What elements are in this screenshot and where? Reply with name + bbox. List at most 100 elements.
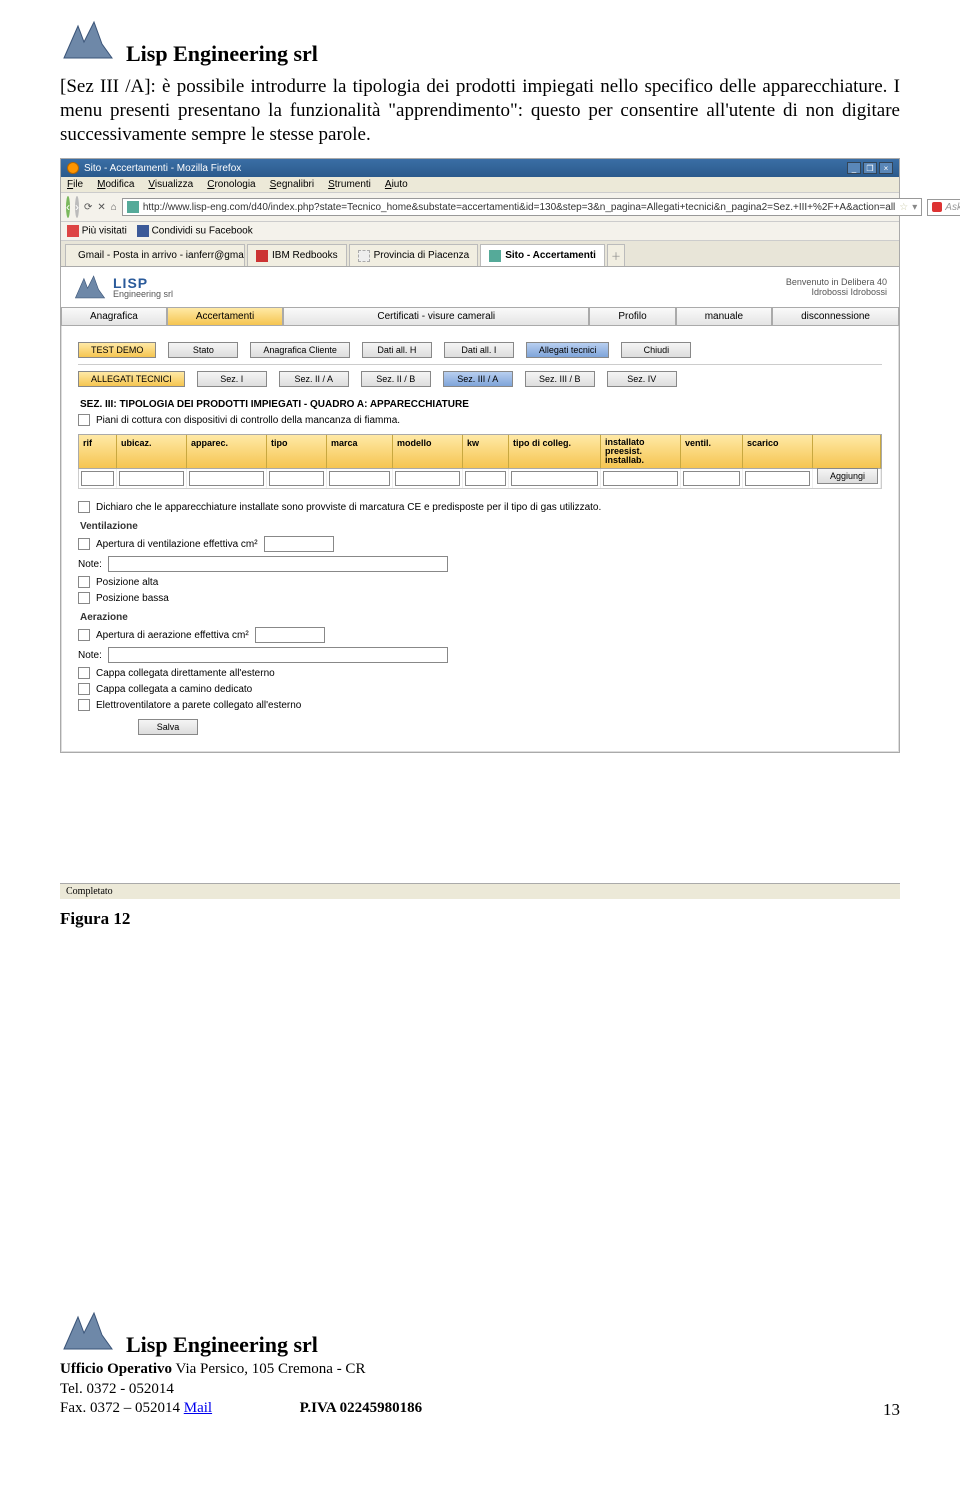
col-modello: modello [393,435,463,468]
ventilazione-title: Ventilazione [78,515,882,534]
lisp-logo-icon [73,273,107,301]
btn-stato[interactable]: Stato [168,342,238,358]
btn-allegati-tecnici-2[interactable]: ALLEGATI TECNICI [78,371,185,387]
window-titlebar: Sito - Accertamenti - Mozilla Firefox _ … [61,159,899,177]
btn-sez4[interactable]: Sez. IV [607,371,677,387]
input-modello[interactable] [395,471,460,486]
app-brand-line1: LISP [113,276,173,290]
checkbox-cappa-camino[interactable] [78,683,90,695]
apptab-accertamenti[interactable]: Accertamenti [167,307,283,326]
input-ventil[interactable] [683,471,740,486]
label-cappa-camino: Cappa collegata a camino dedicato [96,684,252,695]
new-tab-button[interactable]: ＋ [607,244,625,266]
btn-sez1[interactable]: Sez. I [197,371,267,387]
btn-dati-h[interactable]: Dati all. H [362,342,432,358]
company-logo-icon [60,18,116,67]
btn-dati-i[interactable]: Dati all. I [444,342,514,358]
btn-salva[interactable]: Salva [138,719,198,735]
webapp-content: LISP Engineering srl Benvenuto in Delibe… [61,267,899,752]
apptab-profilo[interactable]: Profilo [589,307,675,326]
menu-bookmarks[interactable]: Segnalibri [270,179,314,190]
menu-tools[interactable]: Strumenti [328,179,371,190]
menu-view[interactable]: Visualizza [148,179,193,190]
input-ubicaz[interactable] [119,471,184,486]
tab-redbooks[interactable]: IBM Redbooks [247,244,347,266]
col-ventil: ventil. [681,435,743,468]
tab-gmail[interactable]: Gmail - Posta in arrivo - ianferr@gmail.… [65,244,245,266]
tab-sito-accertamenti[interactable]: Sito - Accertamenti [480,244,605,266]
input-vent-cm2[interactable] [264,536,334,552]
input-rif[interactable] [81,471,114,486]
apptab-manuale[interactable]: manuale [676,307,772,326]
minimize-button[interactable]: _ [847,162,861,174]
menu-history[interactable]: Cronologia [207,179,255,190]
input-installato[interactable] [603,471,678,486]
tab-bar: Gmail - Posta in arrivo - ianferr@gmail.… [61,241,899,267]
label-piani-cottura: Piani di cottura con dispositivi di cont… [96,415,400,426]
btn-sez3a[interactable]: Sez. III / A [443,371,513,387]
dropdown-icon[interactable]: ▾ [912,202,917,213]
btn-test-demo[interactable]: TEST DEMO [78,342,156,358]
checkbox-dichiaro[interactable] [78,501,90,513]
stop-icon[interactable]: ✕ [97,199,105,215]
tab-provincia[interactable]: Provincia di Piacenza [349,244,479,266]
checkbox-aer-apertura[interactable] [78,629,90,641]
search-box[interactable]: Ask.com [927,199,960,216]
home-icon[interactable]: ⌂ [111,199,117,215]
input-scarico[interactable] [745,471,810,486]
footer-mail-link[interactable]: Mail [184,1400,212,1416]
menu-edit[interactable]: Modifica [97,179,134,190]
col-marca: marca [327,435,393,468]
input-aer-note[interactable] [108,647,448,663]
search-provider-icon [932,202,942,212]
input-colleg[interactable] [511,471,598,486]
input-aer-cm2[interactable] [255,627,325,643]
app-brand-line2: Engineering srl [113,290,173,299]
most-visited-button[interactable]: Più visitati [67,225,127,237]
input-apparec[interactable] [189,471,264,486]
col-ubicaz: ubicaz. [117,435,187,468]
label-cappa-esterno: Cappa collegata direttamente all'esterno [96,668,275,679]
btn-allegati-tecnici[interactable]: Allegati tecnici [526,342,610,358]
footer-fax: Fax. 0372 – 052014 [60,1400,184,1416]
reload-icon[interactable]: ⟳ [84,199,92,215]
url-bar[interactable]: http://www.lisp-eng.com/d40/index.php?st… [122,198,922,216]
input-vent-note[interactable] [108,556,448,572]
close-button[interactable]: × [879,162,893,174]
btn-sez2a[interactable]: Sez. II / A [279,371,349,387]
firefox-icon [67,162,79,174]
tab-label: Gmail - Posta in arrivo - ianferr@gmail.… [78,250,245,261]
checkbox-pos-bassa[interactable] [78,592,90,604]
btn-sez2b[interactable]: Sez. II / B [361,371,431,387]
tab-label: Sito - Accertamenti [505,250,596,261]
apptab-disconnessione[interactable]: disconnessione [772,307,899,326]
input-tipo[interactable] [269,471,324,486]
menu-file[interactable]: File [67,179,83,190]
menu-help[interactable]: Aiuto [385,179,408,190]
footer-tel: Tel. 0372 - 052014 [60,1380,900,1400]
most-visited-icon [67,225,79,237]
checkbox-piani-cottura[interactable] [78,414,90,426]
btn-chiudi[interactable]: Chiudi [621,342,691,358]
apptab-certificati[interactable]: Certificati - visure camerali [283,307,589,326]
share-facebook-button[interactable]: Condividi su Facebook [137,225,253,237]
maximize-button[interactable]: ❐ [863,162,877,174]
checkbox-cappa-esterno[interactable] [78,667,90,679]
col-installato: installato preesist. installab. [601,435,681,468]
btn-sez3b[interactable]: Sez. III / B [525,371,595,387]
apptab-anagrafica[interactable]: Anagrafica [61,307,167,326]
btn-anagrafica-cliente[interactable]: Anagrafica Cliente [250,342,350,358]
bookmark-star-icon[interactable]: ☆ [899,202,908,213]
app-logo: LISP Engineering srl [73,273,173,301]
label-aer-note: Note: [78,650,102,661]
page-number: 13 [883,1399,900,1421]
label-pos-alta: Posizione alta [96,577,158,588]
input-marca[interactable] [329,471,390,486]
back-button[interactable]: ‹ [66,196,70,218]
checkbox-pos-alta[interactable] [78,576,90,588]
checkbox-vent-apertura[interactable] [78,538,90,550]
checkbox-elettroventilatore[interactable] [78,699,90,711]
input-kw[interactable] [465,471,506,486]
btn-aggiungi[interactable]: Aggiungi [817,468,878,484]
forward-button[interactable]: › [75,196,79,218]
